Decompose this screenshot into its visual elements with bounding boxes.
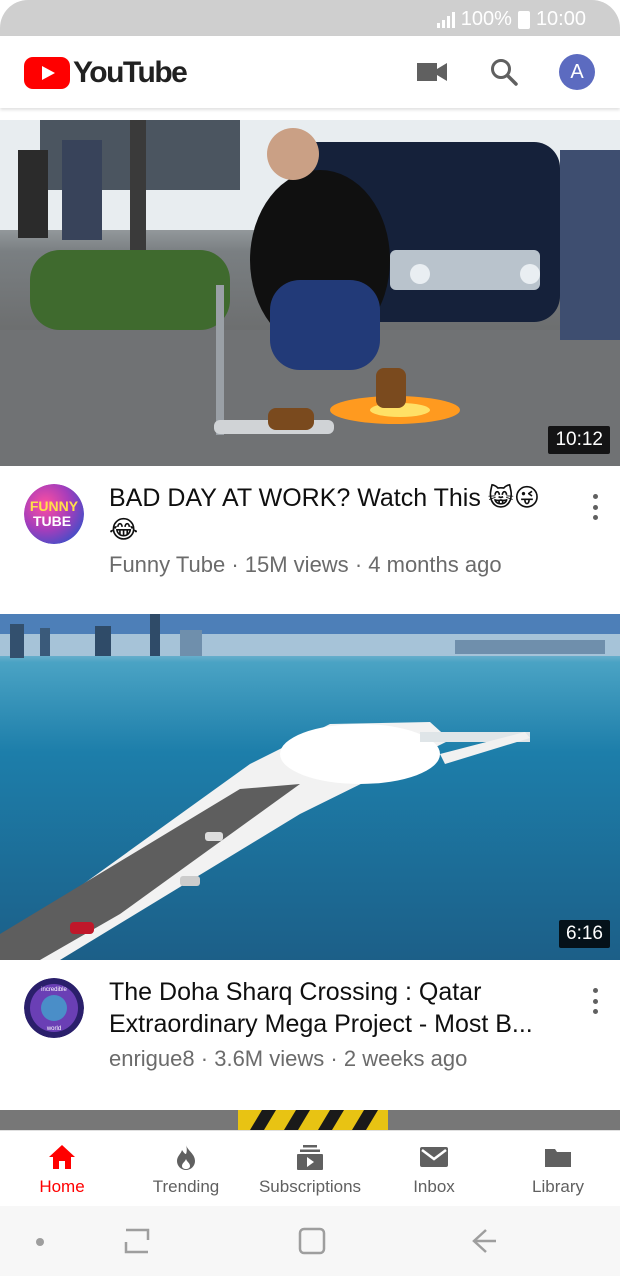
account-avatar[interactable]: A: [559, 54, 595, 90]
system-navigation-bar: [0, 1206, 620, 1276]
flame-icon: [177, 1145, 195, 1170]
channel-avatar-text-line1: FUNNY: [30, 498, 79, 514]
app-name: YouTube: [73, 56, 188, 89]
channel-name[interactable]: Funny Tube: [109, 552, 225, 577]
channel-avatar[interactable]: FUNNY TUBE: [24, 484, 84, 544]
video-meta: FUNNY TUBE BAD DAY AT WORK? Watch This 😸…: [0, 466, 620, 614]
upload-age: 2 weeks ago: [343, 1046, 468, 1071]
nav-library[interactable]: Library: [496, 1131, 620, 1205]
video-title[interactable]: BAD DAY AT WORK? Watch This 😸😜😂: [109, 482, 559, 546]
video-subtitle: Funny Tube · 15M views · 4 months ago: [109, 552, 502, 577]
home-icon: [49, 1145, 75, 1169]
more-options-icon[interactable]: [588, 494, 602, 520]
upload-age: 4 months ago: [368, 552, 502, 577]
next-video-thumbnail[interactable]: [0, 1110, 620, 1130]
folder-icon: [545, 1149, 571, 1167]
clock: 10:00: [535, 8, 586, 30]
nav-label: Subscriptions: [258, 1177, 362, 1196]
bottom-navigation: Home Trending Subscriptions Inbox Librar…: [0, 1130, 620, 1204]
channel-name[interactable]: enrigue8: [109, 1046, 195, 1071]
system-nav-icons: [36, 1227, 496, 1255]
status-bar: 100% 10:00: [0, 0, 620, 36]
back-arrow-icon[interactable]: [472, 1229, 496, 1253]
battery-icon: [517, 10, 530, 29]
search-icon[interactable]: [488, 56, 520, 88]
youtube-logo[interactable]: YouTube: [24, 56, 188, 90]
video-card[interactable]: 6:16 incredible world The Doha Sharq Cro…: [0, 614, 620, 1108]
view-count: 15M views: [244, 552, 349, 577]
video-thumbnail[interactable]: 10:12: [0, 120, 620, 466]
nav-label: Library: [532, 1177, 584, 1196]
channel-avatar-text-line2: TUBE: [33, 513, 71, 529]
channel-avatar[interactable]: incredible world: [24, 978, 84, 1038]
assistant-dot-icon[interactable]: [36, 1238, 44, 1246]
nav-home[interactable]: Home: [0, 1131, 124, 1205]
subscriptions-icon: [297, 1145, 323, 1170]
nav-label: Home: [39, 1177, 85, 1196]
view-count: 3.6M views: [214, 1046, 325, 1071]
nav-label: Inbox: [413, 1177, 455, 1196]
video-card[interactable]: 10:12 FUNNY TUBE BAD DAY AT WORK? Watch …: [0, 120, 620, 614]
nav-inbox[interactable]: Inbox: [372, 1131, 496, 1205]
thumbnail-image: [0, 120, 620, 466]
thumbnail-image: [0, 614, 620, 960]
video-duration: 10:12: [548, 426, 610, 454]
channel-avatar-text-line2: world: [46, 1026, 61, 1032]
nav-subscriptions[interactable]: Subscriptions: [248, 1131, 372, 1205]
video-camera-icon[interactable]: [417, 61, 447, 83]
video-meta: incredible world The Doha Sharq Crossing…: [0, 960, 620, 1108]
nav-label: Trending: [152, 1177, 220, 1196]
youtube-logo-icon: [24, 57, 70, 89]
video-subtitle: enrigue8 · 3.6M views · 2 weeks ago: [109, 1046, 468, 1071]
video-thumbnail[interactable]: 6:16: [0, 614, 620, 960]
mail-icon: [420, 1147, 448, 1167]
thumbnail-image: [238, 1110, 388, 1130]
video-title[interactable]: The Doha Sharq Crossing : Qatar Extraord…: [109, 976, 559, 1040]
nav-trending[interactable]: Trending: [124, 1131, 248, 1205]
recent-apps-icon[interactable]: [124, 1228, 150, 1254]
more-options-icon[interactable]: [588, 988, 602, 1014]
video-duration: 6:16: [559, 920, 610, 948]
status-indicators: 100% 10:00: [436, 8, 586, 31]
battery-percent: 100%: [460, 8, 512, 30]
home-button-icon[interactable]: [298, 1227, 326, 1255]
signal-icon: [436, 11, 455, 28]
channel-avatar-text-line1: incredible: [41, 987, 67, 993]
app-bar: YouTube A: [0, 36, 620, 108]
video-feed: 10:12 FUNNY TUBE BAD DAY AT WORK? Watch …: [0, 120, 620, 1108]
